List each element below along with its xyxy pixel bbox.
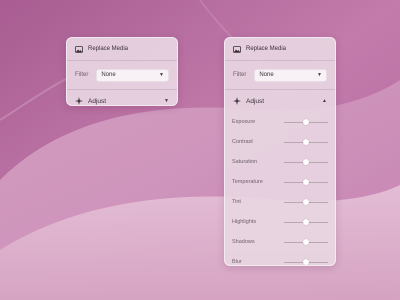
slider-thumb[interactable] <box>303 138 309 145</box>
sparkle-icon <box>233 97 241 105</box>
slider-track[interactable] <box>284 218 328 225</box>
slider-label: Temperature <box>232 179 263 185</box>
filter-row: Filter None ▼ <box>67 61 177 89</box>
slider-track[interactable] <box>284 178 328 185</box>
chevron-down-icon: ▼ <box>317 72 322 78</box>
replace-media-label: Replace Media <box>246 46 287 52</box>
slider-track[interactable] <box>284 198 328 205</box>
slider-row-contrast: Contrast <box>225 132 335 152</box>
adjust-section-header[interactable]: Adjust ▼ <box>67 90 177 105</box>
slider-label: Highlights <box>232 219 257 225</box>
chevron-down-icon: ▼ <box>159 72 164 78</box>
filter-label: Filter <box>233 72 247 78</box>
replace-media-row[interactable]: Replace Media <box>67 38 177 60</box>
slider-label: Contrast <box>232 139 253 145</box>
slider-label: Tint <box>232 199 241 205</box>
filter-value: None <box>101 72 116 78</box>
slider-row-highlights: Highlights <box>225 212 335 232</box>
slider-thumb[interactable] <box>303 178 309 185</box>
replace-media-row[interactable]: Replace Media <box>225 38 335 60</box>
sparkle-icon <box>75 97 83 105</box>
slider-row-shadows: Shadows <box>225 232 335 252</box>
filter-select[interactable]: None ▼ <box>254 68 327 82</box>
slider-track[interactable] <box>284 258 328 265</box>
triangle-up-icon[interactable]: ▲ <box>322 98 327 104</box>
slider-track[interactable] <box>284 118 328 125</box>
slider-track[interactable] <box>284 158 328 165</box>
adjust-label: Adjust <box>246 97 265 105</box>
slider-thumb[interactable] <box>303 258 309 265</box>
slider-row-saturation: Saturation <box>225 152 335 172</box>
filter-value: None <box>259 72 274 78</box>
slider-row-exposure: Exposure <box>225 112 335 132</box>
slider-thumb[interactable] <box>303 158 309 165</box>
slider-row-temperature: Temperature <box>225 172 335 192</box>
slider-label: Blur <box>232 259 242 265</box>
image-icon <box>233 45 241 53</box>
slider-label: Saturation <box>232 159 258 165</box>
adjust-sliders: Exposure Contrast Saturation Temperature Tin… <box>225 112 335 265</box>
filter-row: Filter None ▼ <box>225 61 335 89</box>
slider-row-tint: Tint <box>225 192 335 212</box>
slider-row-blur: Blur <box>225 252 335 265</box>
slider-thumb[interactable] <box>303 198 309 205</box>
slider-thumb[interactable] <box>303 238 309 245</box>
properties-panel-collapsed: Replace Media Filter None ▼ Adjust ▼ <box>66 37 178 106</box>
slider-label: Exposure <box>232 119 256 125</box>
replace-media-label: Replace Media <box>88 46 129 52</box>
properties-panel-expanded: Replace Media Filter None ▼ Adjust ▲ Exp… <box>224 37 336 266</box>
adjust-label: Adjust <box>88 97 107 105</box>
filter-label: Filter <box>75 72 89 78</box>
image-icon <box>75 45 83 53</box>
adjust-section-header[interactable]: Adjust ▲ <box>225 90 335 112</box>
slider-label: Shadows <box>232 239 255 245</box>
slider-thumb[interactable] <box>303 218 309 225</box>
slider-track[interactable] <box>284 138 328 145</box>
slider-track[interactable] <box>284 238 328 245</box>
slider-thumb[interactable] <box>303 118 309 125</box>
triangle-down-icon[interactable]: ▼ <box>164 98 169 104</box>
desktop-wallpaper <box>0 0 400 300</box>
filter-select[interactable]: None ▼ <box>96 68 169 82</box>
